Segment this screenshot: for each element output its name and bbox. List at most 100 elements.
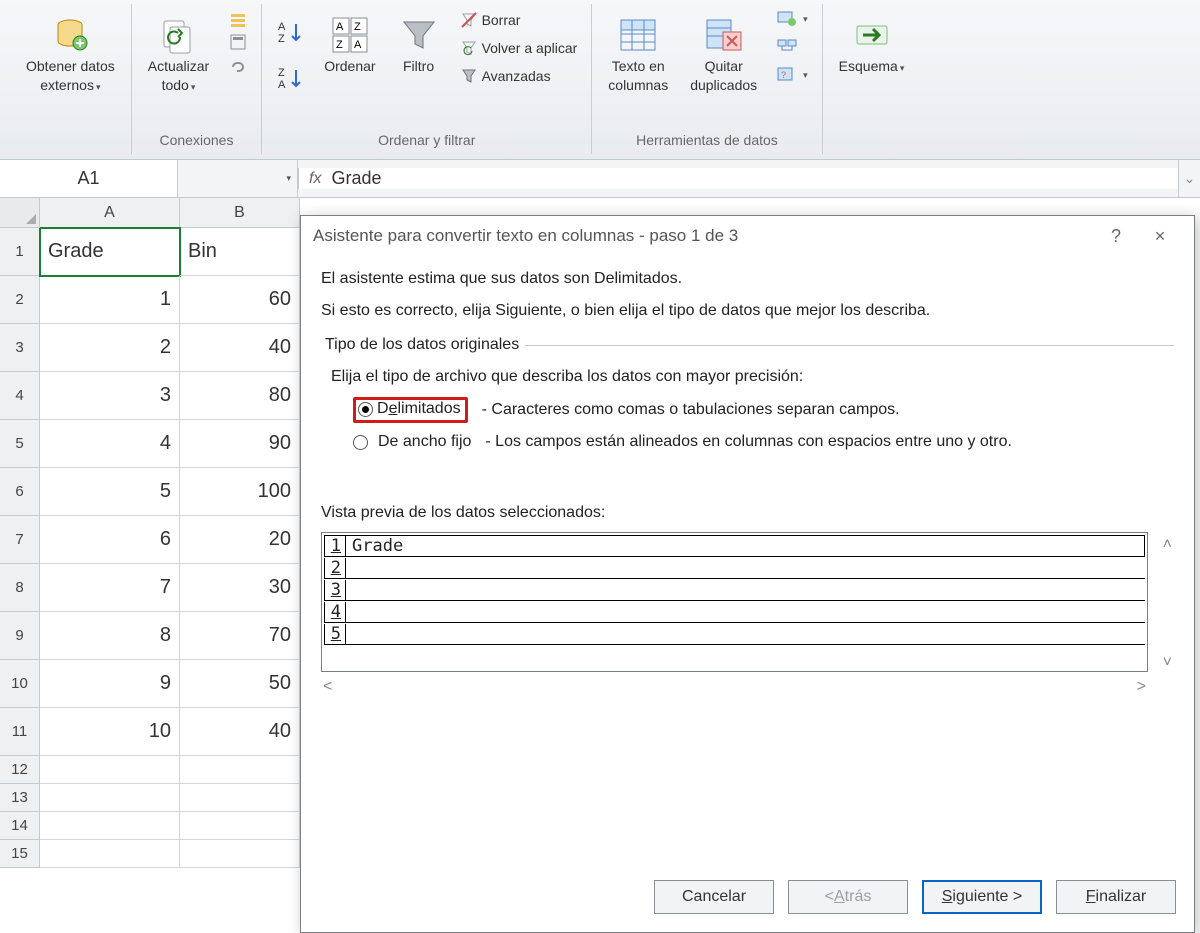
row-header[interactable]: 12: [0, 756, 40, 784]
properties-btn[interactable]: [225, 32, 251, 52]
cell[interactable]: Grade: [40, 228, 180, 276]
cell[interactable]: 100: [180, 468, 300, 516]
preview-row: 2: [324, 557, 1145, 579]
reapply-filter-button[interactable]: Volver a aplicar: [456, 38, 582, 58]
row-header[interactable]: 13: [0, 784, 40, 812]
column-header-A[interactable]: A: [40, 198, 180, 228]
data-validation-button[interactable]: ▾: [773, 10, 812, 28]
cell[interactable]: 8: [40, 612, 180, 660]
consolidate-button[interactable]: [773, 38, 812, 56]
dialog-intro-1: El asistente estima que sus datos son De…: [321, 270, 1174, 288]
back-button[interactable]: < Atrás: [788, 880, 908, 914]
cell[interactable]: 60: [180, 276, 300, 324]
finish-button[interactable]: Finalizar: [1056, 880, 1176, 914]
cell[interactable]: 40: [180, 324, 300, 372]
cell[interactable]: 40: [180, 708, 300, 756]
name-box[interactable]: A1: [0, 160, 178, 197]
clear-filter-button[interactable]: Borrar: [456, 10, 582, 30]
cell[interactable]: 80: [180, 372, 300, 420]
filter-extras: Borrar Volver a aplicar Avanzadas: [456, 10, 582, 86]
whatif-button[interactable]: ?▾: [773, 66, 812, 84]
cell[interactable]: [180, 840, 300, 868]
cell[interactable]: 20: [180, 516, 300, 564]
cell[interactable]: 3: [40, 372, 180, 420]
row-header[interactable]: 11: [0, 708, 40, 756]
connections-btn[interactable]: [225, 10, 251, 30]
sort-desc-button[interactable]: ZA: [272, 63, 308, 93]
fx-icon[interactable]: fx: [309, 170, 321, 188]
scroll-down-icon[interactable]: ˅: [1163, 654, 1172, 672]
sort-asc-button[interactable]: AZ: [272, 17, 308, 47]
cell[interactable]: [180, 784, 300, 812]
cell[interactable]: 70: [180, 612, 300, 660]
cell[interactable]: 10: [40, 708, 180, 756]
name-box-dropdown[interactable]: ▾: [178, 160, 298, 197]
expand-formula-bar-button[interactable]: ⌄: [1178, 160, 1200, 197]
preview-label: Vista previa de los datos seleccionados:: [321, 504, 1174, 522]
text-to-columns-button[interactable]: Texto en columnas: [602, 10, 674, 98]
radio-delimited-row[interactable]: Delimitados - Caracteres como comas o ta…: [325, 392, 1170, 428]
formula-input[interactable]: Grade: [331, 168, 1168, 189]
help-button[interactable]: ?: [1094, 226, 1138, 247]
filter-label: Filtro: [403, 58, 434, 75]
radio-fixed-desc: - Los campos están alineados en columnas…: [485, 433, 1012, 451]
cell[interactable]: 90: [180, 420, 300, 468]
row-header[interactable]: 2: [0, 276, 40, 324]
refresh-all-button[interactable]: Actualizar todo: [142, 10, 215, 98]
row-header[interactable]: 4: [0, 372, 40, 420]
advanced-filter-button[interactable]: Avanzadas: [456, 66, 582, 86]
row-header[interactable]: 7: [0, 516, 40, 564]
cell[interactable]: [40, 840, 180, 868]
dialog-titlebar[interactable]: Asistente para convertir texto en column…: [301, 216, 1194, 256]
sort-button[interactable]: AZZA Ordenar: [318, 10, 381, 79]
cell[interactable]: [180, 756, 300, 784]
t2c-label-1: Texto en: [612, 58, 665, 75]
radio-fixed-row[interactable]: De ancho fijo - Los campos están alinead…: [325, 428, 1170, 456]
svg-text:A: A: [354, 39, 362, 51]
filter-button[interactable]: Filtro: [392, 10, 446, 79]
preview-h-scroll[interactable]: ˂˃: [321, 672, 1148, 702]
select-all-corner[interactable]: [0, 198, 40, 228]
scroll-up-icon[interactable]: ˄: [1163, 536, 1172, 554]
row-header[interactable]: 5: [0, 420, 40, 468]
cancel-button[interactable]: Cancelar: [654, 880, 774, 914]
cell[interactable]: 9: [40, 660, 180, 708]
cell[interactable]: 7: [40, 564, 180, 612]
row-header[interactable]: 14: [0, 812, 40, 840]
row-header[interactable]: 6: [0, 468, 40, 516]
cell[interactable]: 2: [40, 324, 180, 372]
row-header[interactable]: 15: [0, 840, 40, 868]
cell[interactable]: 5: [40, 468, 180, 516]
remove-duplicates-button[interactable]: Quitar duplicados: [684, 10, 763, 98]
cell[interactable]: 4: [40, 420, 180, 468]
next-button[interactable]: Siguiente >: [922, 880, 1042, 914]
cell[interactable]: 6: [40, 516, 180, 564]
get-external-data-button[interactable]: Obtener datos externos: [20, 10, 121, 98]
radio-fixed-width[interactable]: [353, 435, 368, 450]
cell[interactable]: [180, 812, 300, 840]
cell[interactable]: [40, 756, 180, 784]
row-header[interactable]: 3: [0, 324, 40, 372]
clear-label: Borrar: [482, 12, 521, 28]
preview-row: 1Grade: [324, 535, 1145, 557]
column-header-B[interactable]: B: [180, 198, 300, 228]
cell[interactable]: 30: [180, 564, 300, 612]
cell[interactable]: Bin: [180, 228, 300, 276]
radio-delimited[interactable]: [358, 402, 373, 417]
group-label-connections: Conexiones: [160, 130, 234, 152]
edit-links-btn[interactable]: [225, 54, 251, 74]
cell[interactable]: 50: [180, 660, 300, 708]
funnel-icon: [398, 14, 440, 56]
row-header[interactable]: 10: [0, 660, 40, 708]
cell[interactable]: [40, 812, 180, 840]
outline-button[interactable]: Esquema: [833, 10, 911, 79]
cell[interactable]: 1: [40, 276, 180, 324]
reapply-label: Volver a aplicar: [482, 40, 578, 56]
close-button[interactable]: ×: [1138, 226, 1182, 247]
preview-row-number: 2: [324, 558, 346, 578]
row-header[interactable]: 8: [0, 564, 40, 612]
row-header[interactable]: 1: [0, 228, 40, 276]
radio-fixed-label: De ancho fijo: [378, 433, 471, 451]
cell[interactable]: [40, 784, 180, 812]
row-header[interactable]: 9: [0, 612, 40, 660]
